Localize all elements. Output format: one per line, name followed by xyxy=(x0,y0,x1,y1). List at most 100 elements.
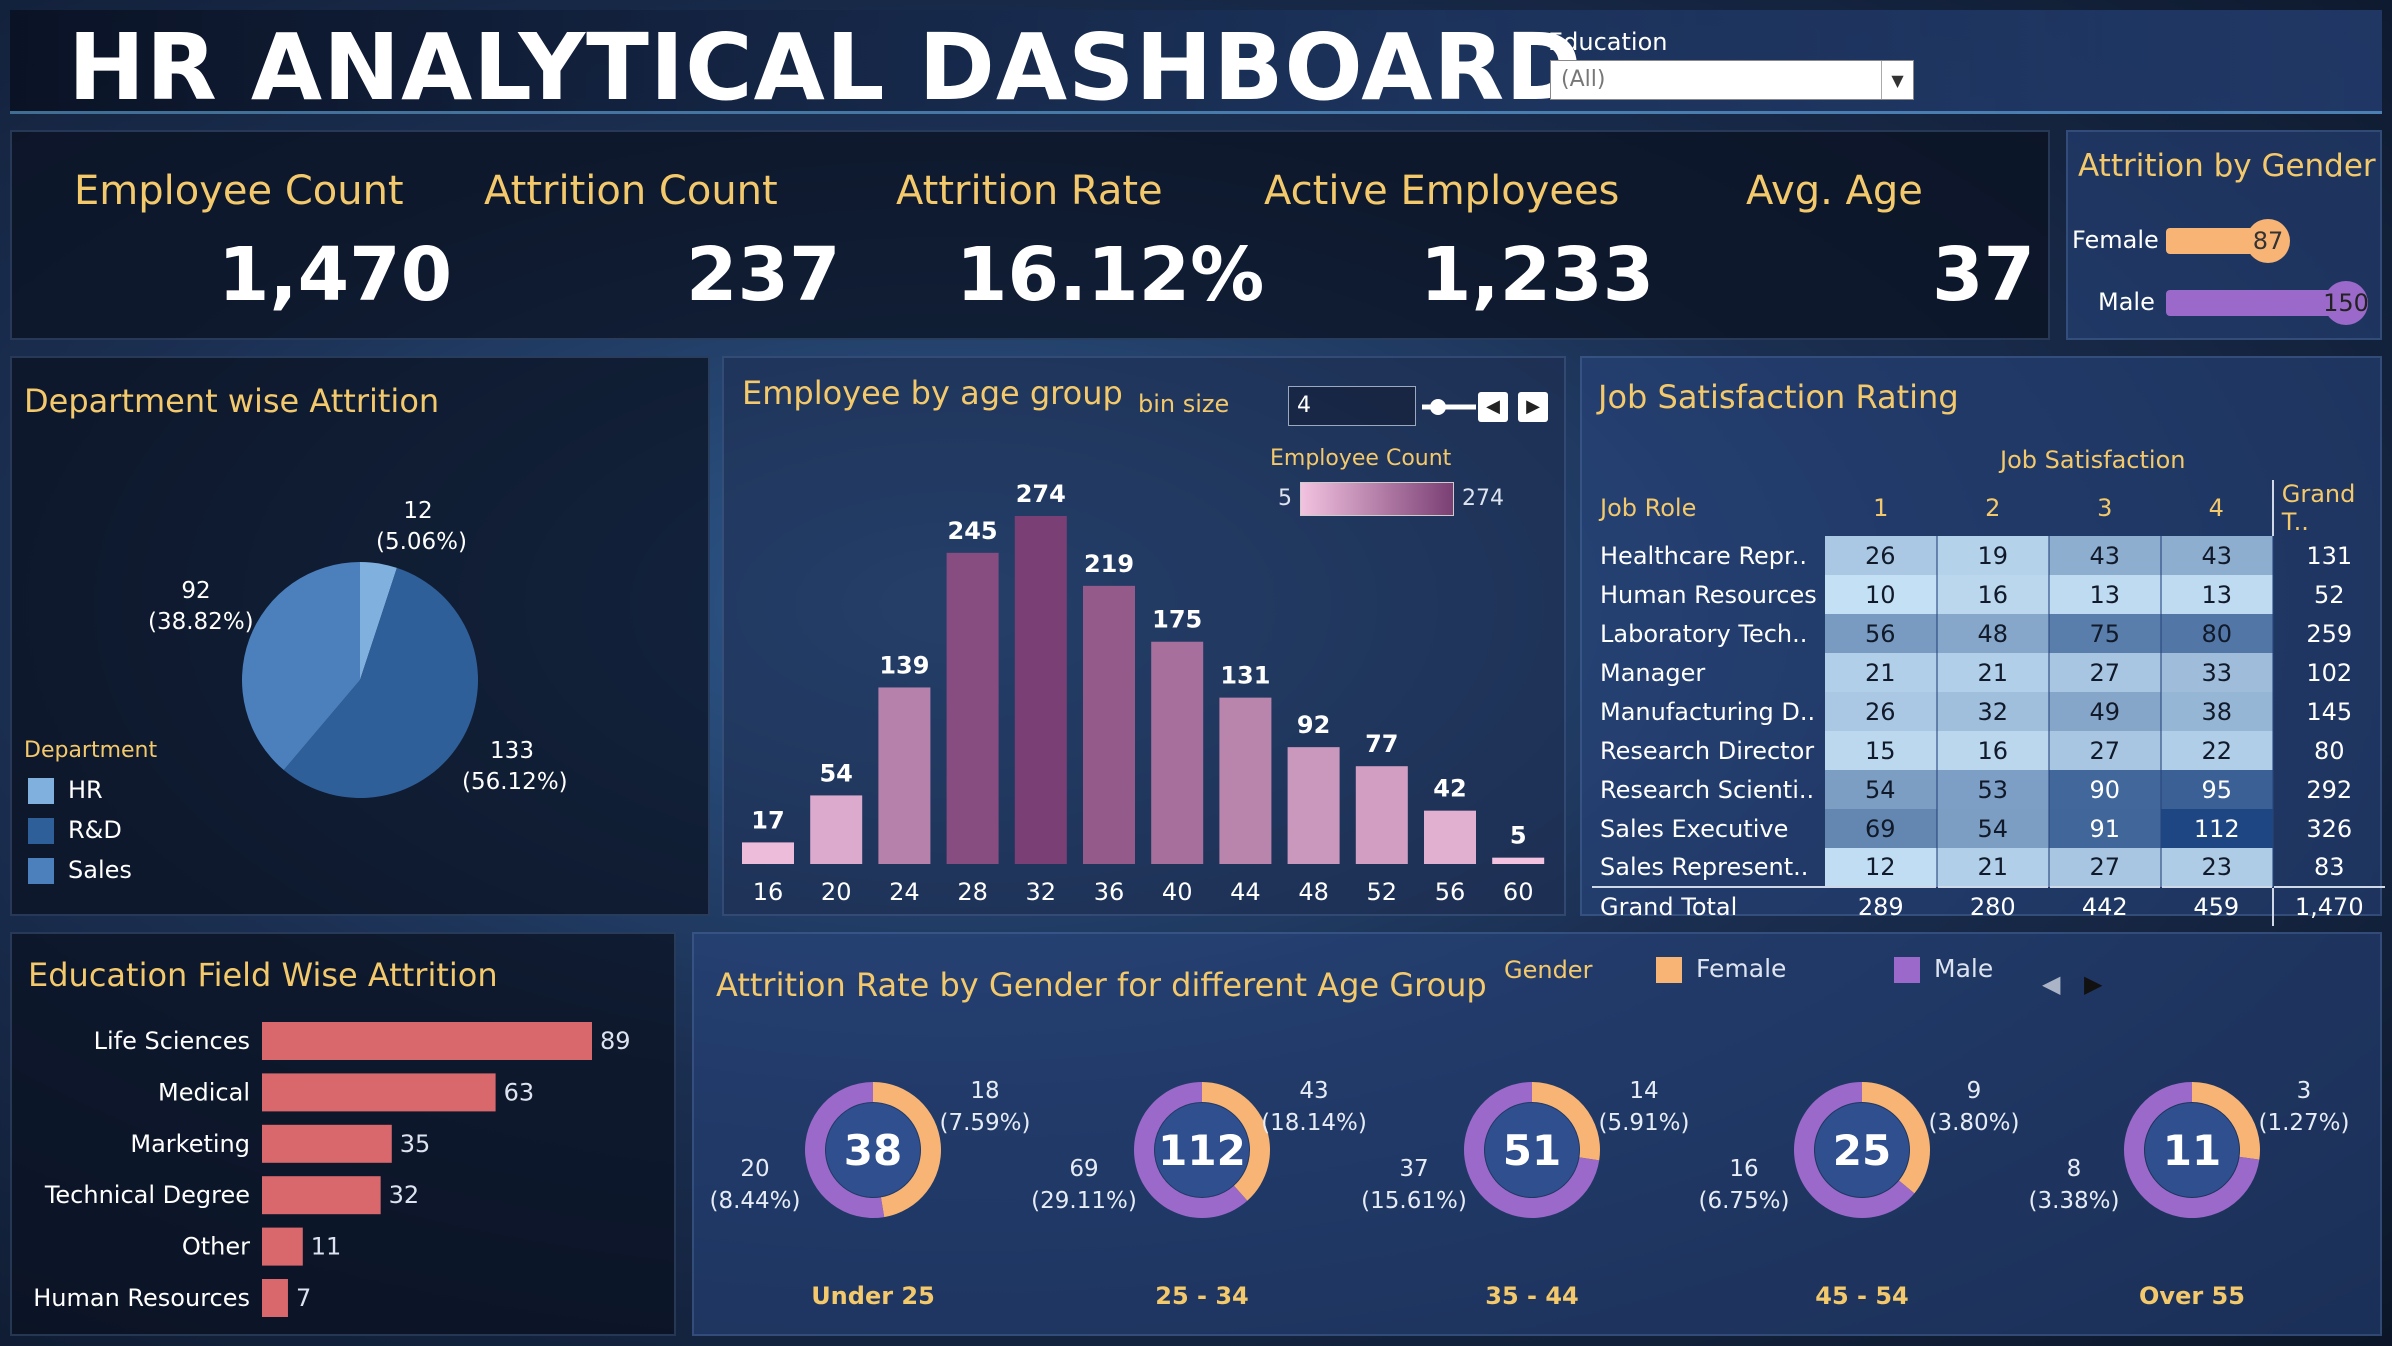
heat-cell[interactable]: 12 xyxy=(1824,848,1938,887)
heat-cell[interactable]: 90 xyxy=(2048,770,2162,809)
donut-female-pct-over-55: (1.27%) xyxy=(2258,1110,2349,1136)
heat-row-total: 326 xyxy=(2271,809,2385,848)
edu-bar-other[interactable] xyxy=(262,1227,303,1266)
heat-cell[interactable]: 32 xyxy=(1936,692,2050,731)
heat-cell[interactable]: 22 xyxy=(2160,731,2274,770)
heat-cell[interactable]: 19 xyxy=(1936,536,2050,575)
heat-row: Human Resources 10 16 13 13 52 xyxy=(1592,575,2385,614)
donut-female-count-35-44: 14 xyxy=(1629,1078,1658,1104)
heat-cell[interactable]: 23 xyxy=(2160,848,2274,887)
education-filter-select[interactable]: (All) ▼ xyxy=(1550,60,1914,100)
gender-age-legend-male[interactable]: Male xyxy=(1894,954,1993,983)
heat-cell[interactable]: 15 xyxy=(1824,731,1938,770)
age-bar-16[interactable] xyxy=(742,842,794,864)
heat-header-col-1: 1 xyxy=(1873,494,1889,522)
edu-label-human-resources: Human Resources xyxy=(33,1284,250,1312)
age-bar-24[interactable] xyxy=(878,687,931,864)
heat-cell[interactable]: 91 xyxy=(2048,809,2162,848)
age-bar-44[interactable] xyxy=(1219,697,1272,864)
heat-header-col-4: 4 xyxy=(2208,494,2224,522)
bin-size-input[interactable]: 4 xyxy=(1288,386,1416,426)
heat-cell[interactable]: 48 xyxy=(1936,614,2050,653)
heat-row: Laboratory Tech.. 56 48 75 80 259 xyxy=(1592,614,2385,653)
edu-bar-human-resources[interactable] xyxy=(262,1279,288,1317)
heat-cell[interactable]: 16 xyxy=(1936,575,2050,614)
heat-row-total: 83 xyxy=(2271,848,2385,887)
age-tick-52: 52 xyxy=(1367,878,1398,906)
legend-prev-button[interactable]: ◀ xyxy=(2042,970,2060,998)
caret-right-icon: ▶ xyxy=(2084,970,2103,998)
heat-cell[interactable]: 69 xyxy=(1824,809,1938,848)
age-bar-32[interactable] xyxy=(1014,516,1067,864)
dept-rd-label: 133 (56.12%) xyxy=(462,736,568,798)
heat-cell[interactable]: 43 xyxy=(2048,536,2162,575)
heat-cell[interactable]: 27 xyxy=(2048,653,2162,692)
age-bar-48[interactable] xyxy=(1287,747,1340,864)
job-satisfaction-table: Job Role 1 2 3 4 Grand T.. Healthcare Re… xyxy=(1592,480,2385,926)
chevron-down-icon[interactable]: ▼ xyxy=(1881,61,1913,99)
age-bar-56[interactable] xyxy=(1424,810,1476,864)
age-bar-value-32: 274 xyxy=(1016,480,1066,508)
heat-cell[interactable]: 10 xyxy=(1824,575,1938,614)
heat-cell[interactable]: 21 xyxy=(1936,848,2050,887)
heat-cell[interactable]: 54 xyxy=(1824,770,1938,809)
gender-age-legend-female[interactable]: Female xyxy=(1656,954,1786,983)
edu-bar-technical-degree[interactable] xyxy=(262,1176,381,1215)
education-filter-value: (All) xyxy=(1561,67,1606,92)
donut-male-pct-under-25: (8.44%) xyxy=(709,1188,800,1214)
donut-category-over-55: Over 55 xyxy=(2139,1282,2245,1310)
age-tick-32: 32 xyxy=(1026,878,1057,906)
age-tick-40: 40 xyxy=(1162,878,1193,906)
heat-cell[interactable]: 33 xyxy=(2160,653,2274,692)
donut-female-pct-35-44: (5.91%) xyxy=(1598,1110,1689,1136)
heat-cell[interactable]: 38 xyxy=(2160,692,2274,731)
heat-cell[interactable]: 75 xyxy=(2048,614,2162,653)
dept-sales-label: 92 (38.82%) xyxy=(148,576,254,638)
heat-cell[interactable]: 56 xyxy=(1824,614,1938,653)
age-bar-36[interactable] xyxy=(1083,585,1135,864)
heat-cell[interactable]: 27 xyxy=(2048,848,2162,887)
legend-next-button[interactable]: ▶ xyxy=(2084,970,2102,998)
heat-cell[interactable]: 16 xyxy=(1936,731,2050,770)
heat-row: Research Director 15 16 27 22 80 xyxy=(1592,731,2385,770)
heat-row-role: Sales Represent.. xyxy=(1600,853,1809,881)
bin-size-slider[interactable] xyxy=(1420,394,1480,420)
education-filter-label: Education xyxy=(1548,28,1668,56)
heat-cell[interactable]: 13 xyxy=(2160,575,2274,614)
age-bar-52[interactable] xyxy=(1355,766,1408,864)
heat-cell[interactable]: 95 xyxy=(2160,770,2274,809)
gender-age-title: Attrition Rate by Gender for different A… xyxy=(716,966,1487,1004)
donut-total-25-34: 112 xyxy=(1158,1126,1246,1175)
bin-decrement-button[interactable]: ◀ xyxy=(1478,392,1508,422)
heat-cell[interactable]: 43 xyxy=(2160,536,2274,575)
age-bar-60[interactable] xyxy=(1492,857,1545,864)
dept-legend-hr[interactable]: HR xyxy=(28,776,103,804)
dept-legend-sales[interactable]: Sales xyxy=(28,856,132,884)
legend-female-label: Female xyxy=(1696,954,1787,983)
heat-cell[interactable]: 27 xyxy=(2048,731,2162,770)
heat-row-total: 131 xyxy=(2271,536,2385,575)
heat-cell[interactable]: 26 xyxy=(1824,536,1938,575)
heat-cell[interactable]: 26 xyxy=(1824,692,1938,731)
heat-cell[interactable]: 49 xyxy=(2048,692,2162,731)
edu-bar-medical[interactable] xyxy=(262,1073,496,1112)
age-bar-28[interactable] xyxy=(946,552,999,864)
heat-cell[interactable]: 112 xyxy=(2160,809,2274,848)
bin-increment-button[interactable]: ▶ xyxy=(1518,392,1548,422)
heat-cell[interactable]: 21 xyxy=(1824,653,1938,692)
dept-legend-rd-swatch xyxy=(28,818,54,844)
heat-row-total: 52 xyxy=(2271,575,2385,614)
heat-cell[interactable]: 53 xyxy=(1936,770,2050,809)
edu-bar-marketing[interactable] xyxy=(262,1124,392,1163)
donut-male-pct-45-54: (6.75%) xyxy=(1698,1188,1789,1214)
heat-row-total: 259 xyxy=(2271,614,2385,653)
heat-cell[interactable]: 54 xyxy=(1936,809,2050,848)
gender-male-value: 150 xyxy=(2323,289,2369,317)
heat-cell[interactable]: 13 xyxy=(2048,575,2162,614)
heat-cell[interactable]: 80 xyxy=(2160,614,2274,653)
heat-cell[interactable]: 21 xyxy=(1936,653,2050,692)
age-bar-20[interactable] xyxy=(810,795,863,864)
age-bar-40[interactable] xyxy=(1151,641,1204,864)
dept-legend-rd[interactable]: R&D xyxy=(28,816,122,844)
edu-bar-life-sciences[interactable] xyxy=(262,1022,592,1060)
